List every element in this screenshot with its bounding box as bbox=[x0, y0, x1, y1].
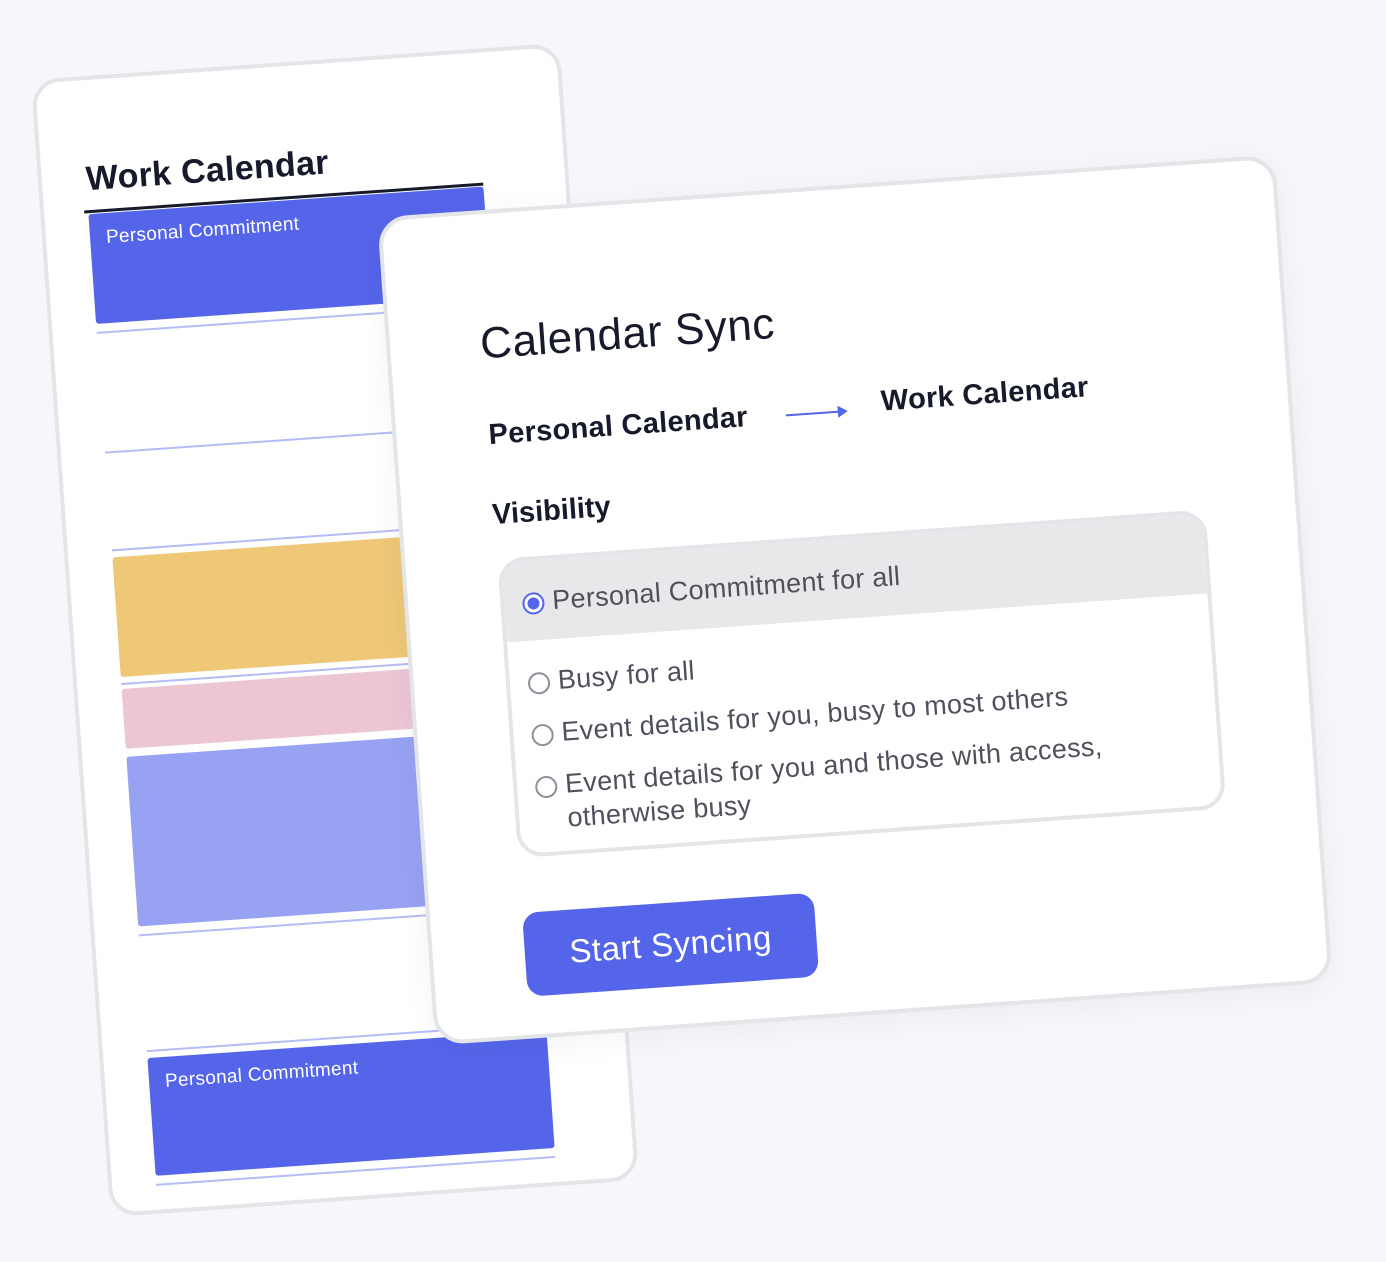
source-calendar: Personal Calendar bbox=[487, 401, 749, 452]
visibility-option-personal-commitment[interactable]: Personal Commitment for all bbox=[501, 513, 1208, 643]
target-calendar: Work Calendar bbox=[879, 371, 1090, 418]
option-label: Personal Commitment for all bbox=[551, 560, 902, 616]
start-syncing-button[interactable]: Start Syncing bbox=[522, 892, 820, 997]
visibility-label: Visibility bbox=[491, 490, 612, 532]
sync-route: Personal Calendar Work Calendar bbox=[487, 371, 1090, 452]
visibility-options: Personal Commitment for all Busy for all… bbox=[497, 509, 1227, 859]
work-calendar-title: Work Calendar bbox=[84, 143, 330, 199]
radio-selected-icon[interactable] bbox=[521, 591, 546, 616]
radio-empty-icon[interactable] bbox=[530, 723, 555, 747]
panel-title: Calendar Sync bbox=[478, 298, 777, 369]
calendar-event-personal-commitment[interactable]: Personal Commitment bbox=[147, 1030, 555, 1176]
radio-empty-icon[interactable] bbox=[534, 775, 559, 799]
radio-empty-icon[interactable] bbox=[527, 671, 551, 695]
event-label: Personal Commitment bbox=[164, 1057, 359, 1092]
calendar-sync-panel: Calendar Sync Personal Calendar Work Cal… bbox=[377, 154, 1333, 1046]
option-label: Busy for all bbox=[556, 655, 696, 695]
arrow-right-icon bbox=[785, 404, 848, 422]
